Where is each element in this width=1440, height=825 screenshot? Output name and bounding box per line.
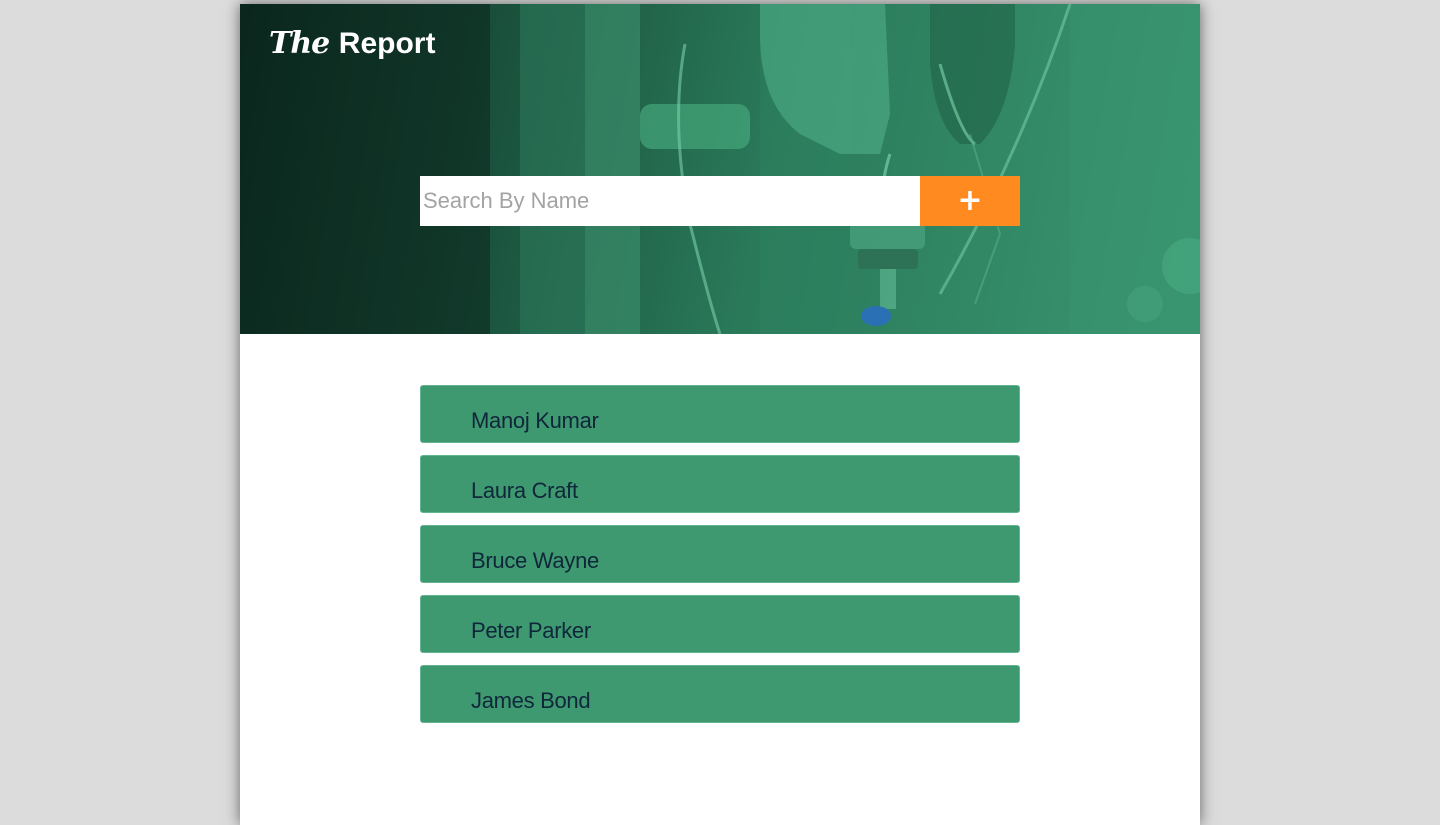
plus-icon: + [957,183,983,218]
search-input[interactable] [420,176,920,226]
record-name: James Bond [471,688,591,713]
record-name: Bruce Wayne [471,548,599,573]
record-name: Peter Parker [471,618,591,643]
record-name: Laura Craft [471,478,578,503]
add-button[interactable]: + [920,176,1020,226]
search-bar: + [420,176,1020,226]
list-item[interactable]: Peter Parker [420,595,1020,653]
hero-banner: The Report + [240,4,1200,334]
list-item[interactable]: James Bond [420,665,1020,723]
brand-the: The [269,26,330,61]
list-item[interactable]: Manoj Kumar [420,385,1020,443]
list-item[interactable]: Laura Craft [420,455,1020,513]
record-name: Manoj Kumar [471,408,599,433]
brand-report: Report [338,27,436,60]
record-list: Manoj Kumar Laura Craft Bruce Wayne Pete… [420,385,1020,735]
page: The Report + Manoj Kumar Laura Craft Bru… [240,4,1200,825]
brand-logo[interactable]: The Report [269,26,435,62]
list-item[interactable]: Bruce Wayne [420,525,1020,583]
